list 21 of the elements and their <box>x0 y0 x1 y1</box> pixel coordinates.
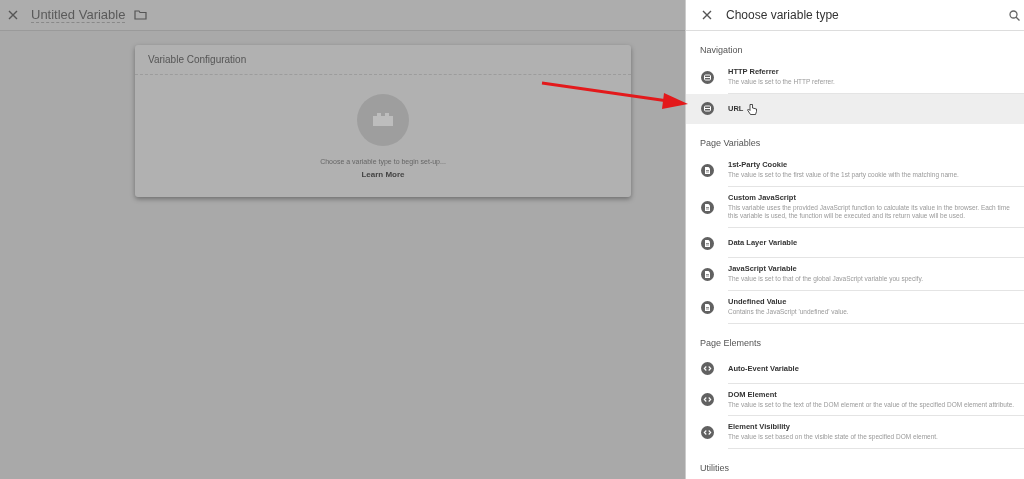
document-icon <box>701 300 714 314</box>
section-label: Utilities <box>700 463 729 474</box>
close-icon[interactable] <box>702 10 712 20</box>
document-icon <box>701 163 714 177</box>
hand-cursor-icon <box>747 103 757 117</box>
section-label: Page Elements <box>700 337 762 348</box>
section-label: Page Variables <box>700 137 761 148</box>
panel-title: Choose variable type <box>726 8 840 22</box>
document-icon <box>701 236 714 250</box>
folder-icon[interactable] <box>134 10 148 20</box>
code-icon <box>701 426 714 440</box>
learn-more-link[interactable]: Learn More <box>361 170 405 179</box>
close-icon[interactable] <box>8 10 18 20</box>
document-icon <box>701 200 714 214</box>
block-icon <box>357 94 409 146</box>
code-icon <box>701 362 714 376</box>
card-title: Variable Configuration <box>148 54 247 65</box>
document-icon <box>701 267 714 281</box>
search-icon[interactable] <box>1009 9 1020 21</box>
section-label: Navigation <box>700 45 743 55</box>
code-icon <box>701 393 714 407</box>
